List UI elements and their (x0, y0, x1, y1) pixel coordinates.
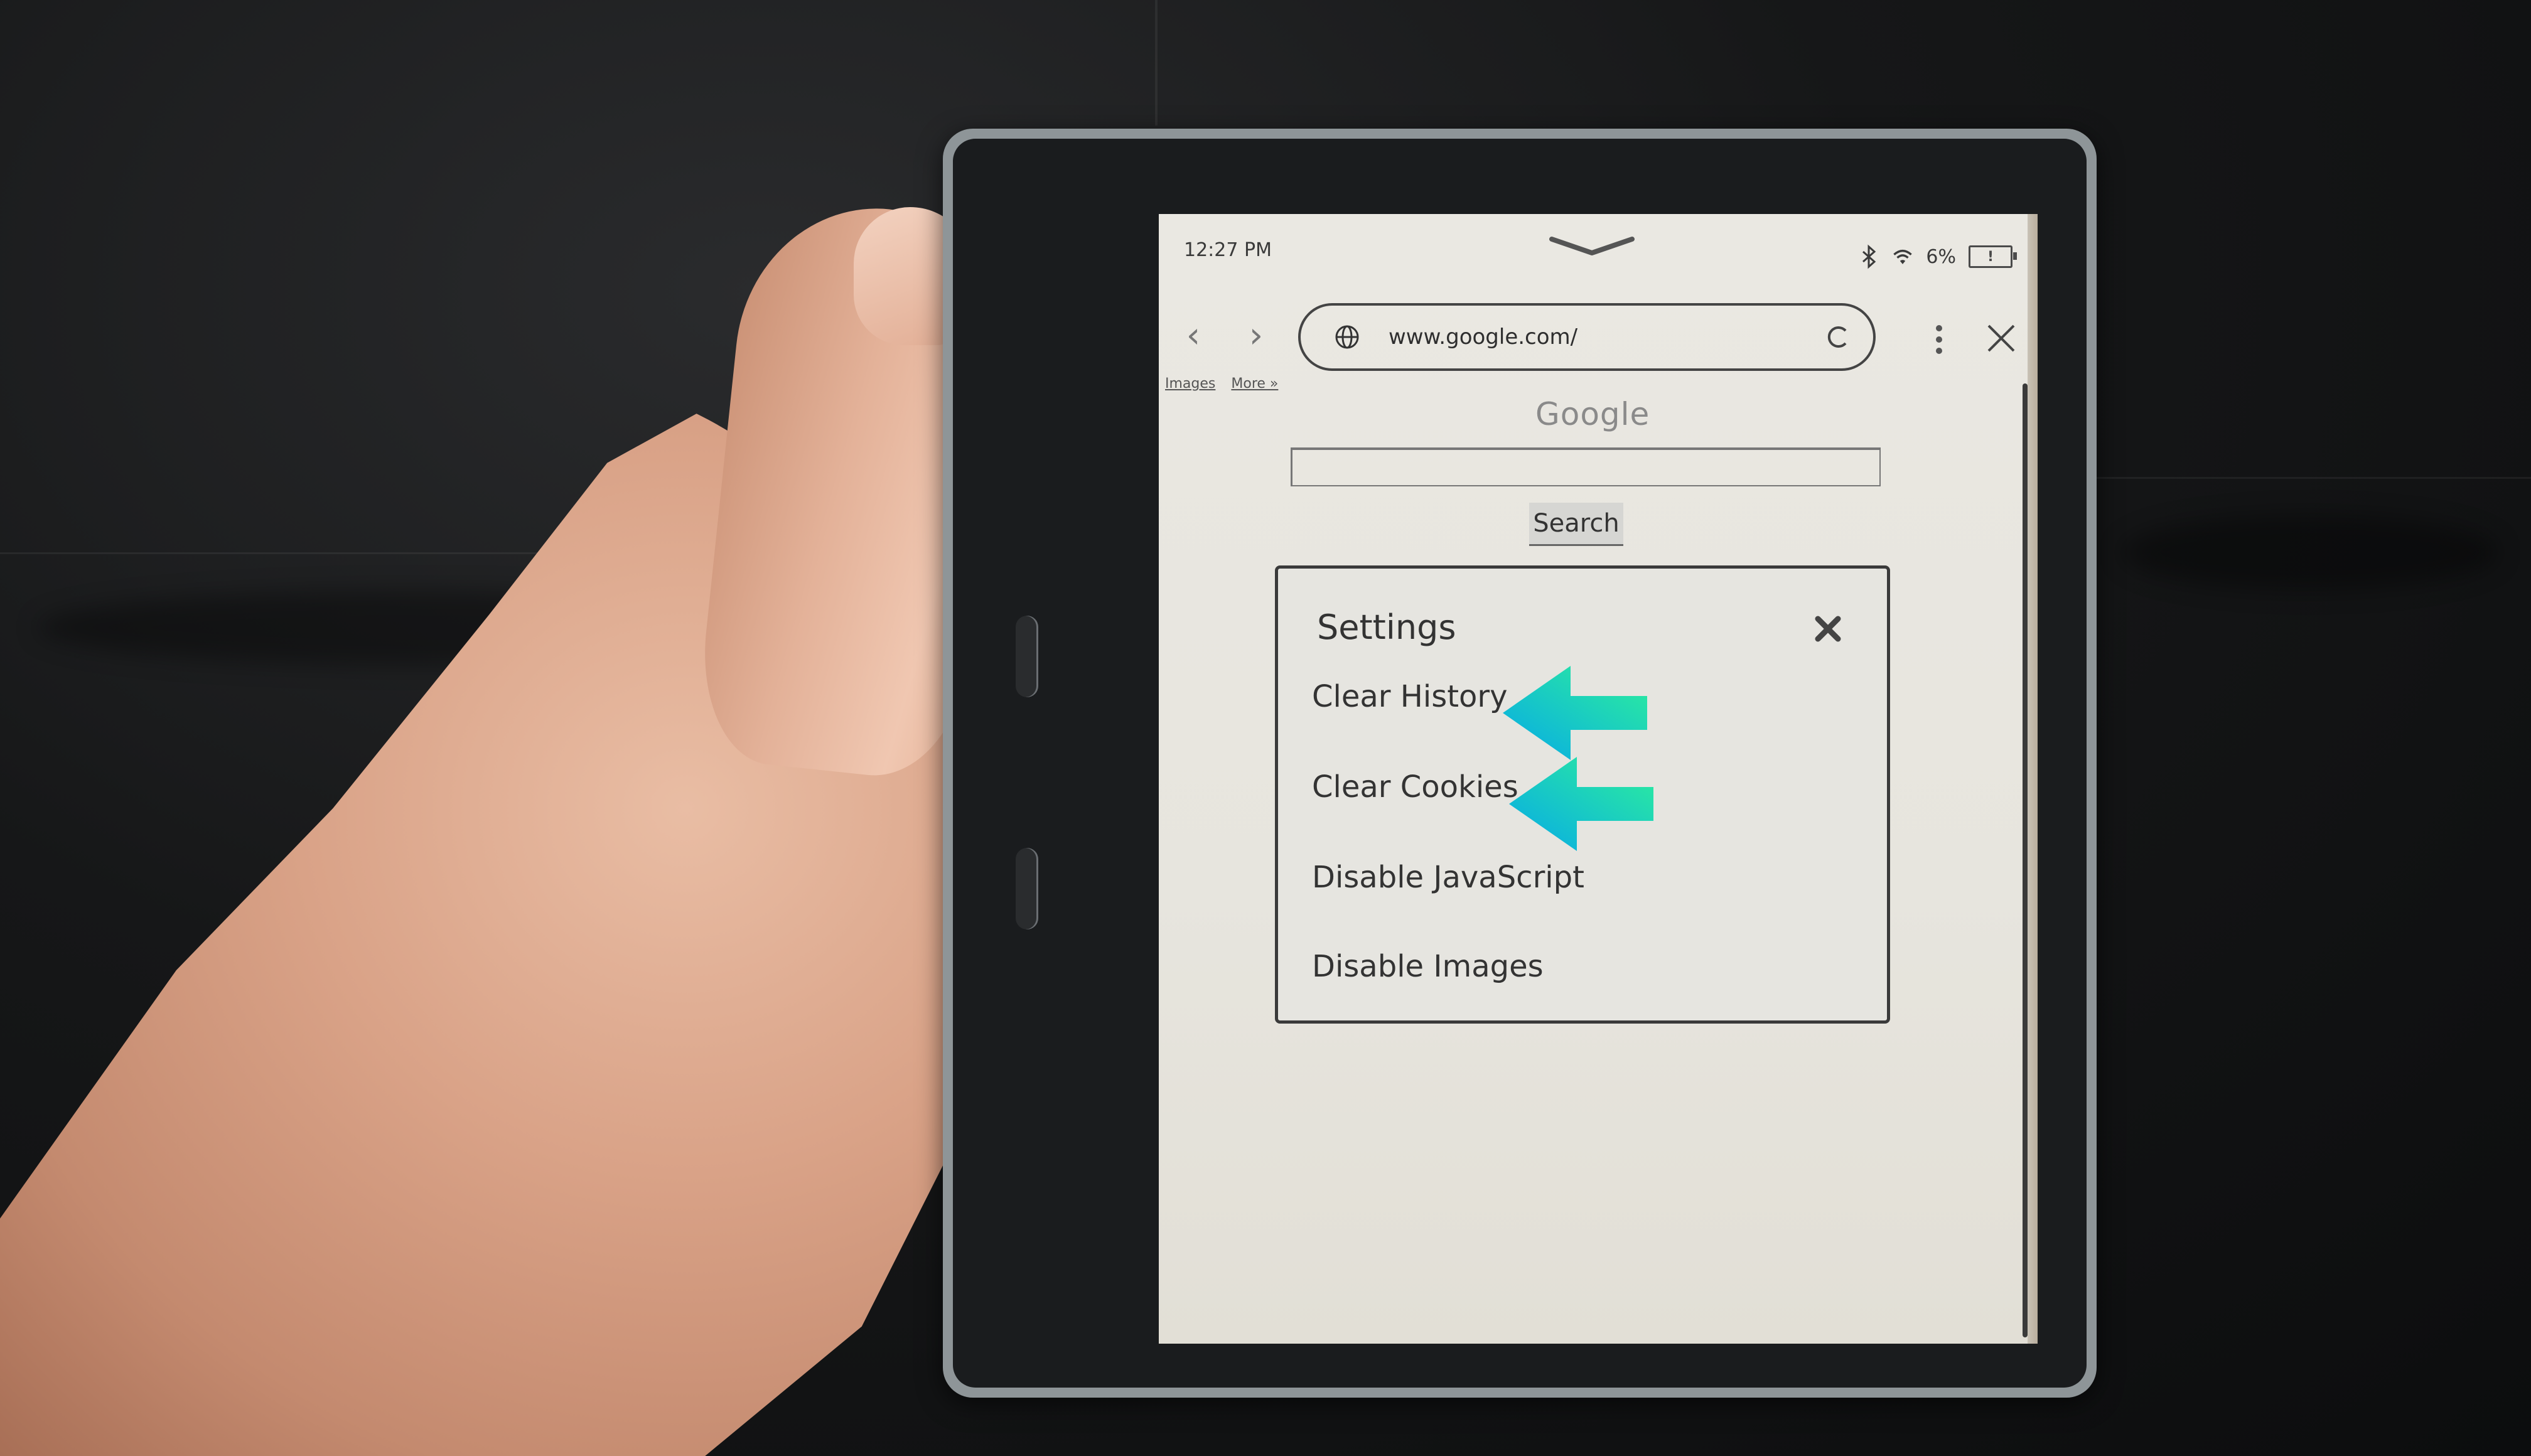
swipe-down-chevron-icon[interactable] (1548, 234, 1636, 259)
page-back-button[interactable] (1016, 848, 1038, 929)
reload-icon[interactable] (1824, 323, 1852, 351)
screen: 12:27 PM 6% ! ‹ › www.google.com/ Images… (1159, 214, 2038, 1344)
battery-low-icon: ! (1969, 245, 2017, 268)
battery-percent: 6% (1926, 245, 1956, 268)
battery-warning: ! (1987, 249, 1994, 265)
close-icon[interactable] (1985, 322, 2018, 355)
disable-images-item[interactable]: Disable Images (1312, 949, 1544, 984)
search-button[interactable]: Search (1529, 503, 1623, 546)
background-fold (2122, 515, 2498, 590)
top-links: Images More » (1165, 376, 1289, 392)
google-logo: Google (1535, 396, 1650, 432)
status-bar: 12:27 PM 6% ! (1159, 214, 2038, 277)
search-input[interactable] (1291, 447, 1881, 486)
settings-dialog: Settings Clear History Clear Cookies Dis… (1275, 565, 1890, 1024)
highlight-arrow-icon (1503, 666, 1647, 760)
bluetooth-icon (1862, 244, 1876, 269)
page-forward-button[interactable] (1016, 616, 1038, 697)
url-bar[interactable]: www.google.com/ (1298, 303, 1876, 371)
highlight-arrow-icon (1509, 757, 1653, 851)
device-bezel: 12:27 PM 6% ! ‹ › www.google.com/ Images… (953, 139, 2087, 1388)
back-button[interactable]: ‹ (1178, 317, 1209, 355)
status-indicators: 6% ! (1858, 244, 2017, 269)
disable-javascript-item[interactable]: Disable JavaScript (1312, 860, 1584, 895)
chevron-right-icon: › (1249, 315, 1264, 356)
wifi-icon (1893, 249, 1913, 264)
more-link[interactable]: More » (1231, 376, 1278, 392)
images-link[interactable]: Images (1165, 376, 1215, 392)
clear-history-item[interactable]: Clear History (1312, 679, 1508, 714)
background-seam (2097, 477, 2531, 479)
browser-toolbar: ‹ › www.google.com/ (1159, 296, 2038, 377)
status-time: 12:27 PM (1184, 239, 1272, 261)
close-x-icon[interactable] (1813, 614, 1843, 644)
screen-edge (2028, 214, 2038, 1344)
ereader-device: 12:27 PM 6% ! ‹ › www.google.com/ Images… (943, 129, 2097, 1398)
scrollbar[interactable] (2023, 383, 2028, 1337)
chevron-left-icon: ‹ (1186, 315, 1201, 356)
clear-cookies-item[interactable]: Clear Cookies (1312, 769, 1518, 805)
background-seam (1155, 0, 1158, 126)
forward-button[interactable]: › (1240, 317, 1272, 355)
kebab-menu-icon[interactable] (1930, 321, 1948, 358)
url-text[interactable]: www.google.com/ (1389, 324, 1824, 350)
globe-icon (1335, 325, 1359, 349)
dialog-title: Settings (1317, 608, 1456, 647)
